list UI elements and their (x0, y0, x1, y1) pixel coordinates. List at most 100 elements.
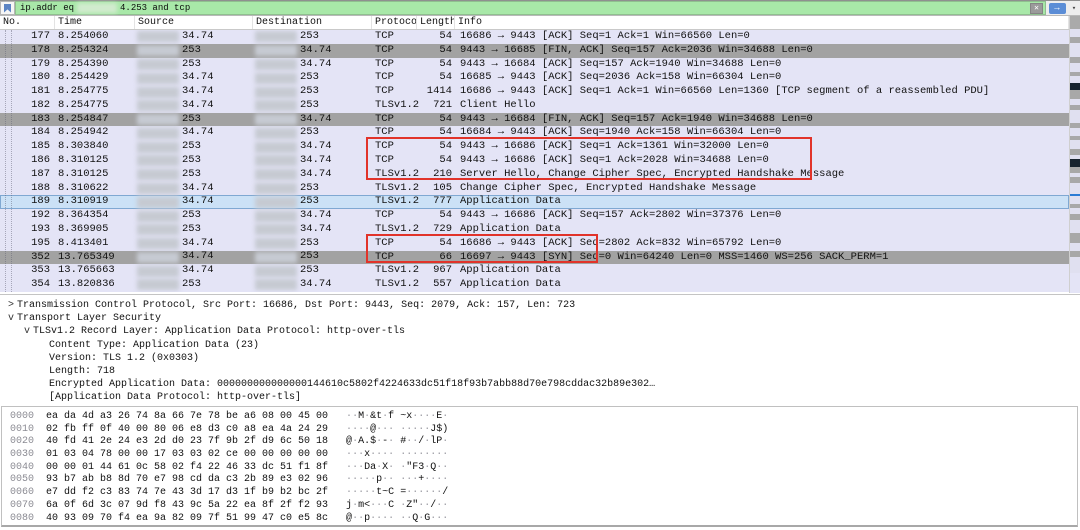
packet-info: Application Data (455, 278, 1069, 292)
redacted-source-ip (137, 183, 179, 194)
packet-row[interactable]: 1798.25439025334.74TCP549443 → 16684 [AC… (0, 58, 1069, 72)
hex-row[interactable]: 005093 b7 ab b8 8d 70 e7 98 cd da c3 2b … (10, 474, 1077, 487)
packet-length: 54 (417, 126, 455, 140)
packet-row[interactable]: 1828.25477534.74253TLSv1.2721Client Hell… (0, 99, 1069, 113)
column-header-no[interactable]: No. (0, 16, 55, 29)
detail-text: Transport Layer Security (17, 312, 161, 325)
column-header-info[interactable]: Info (455, 16, 1069, 29)
packet-row[interactable]: 1878.31012525334.74TLSv1.2210Server Hell… (0, 168, 1069, 182)
packet-source: 253 (135, 278, 253, 292)
minimap-stripe (1070, 110, 1080, 123)
expand-arrow-icon[interactable]: > (5, 299, 17, 312)
minimap-stripe (1070, 196, 1080, 204)
hex-ascii: @··p···· ··Q·G··· (346, 513, 448, 524)
detail-tree-line[interactable]: Content Type: Application Data (23) (0, 339, 1080, 352)
packet-row[interactable]: 1818.25477534.74253TCP141416686 → 9443 [… (0, 85, 1069, 99)
redacted-destination-ip (255, 266, 297, 277)
column-header-destination[interactable]: Destination (253, 16, 372, 29)
packet-row[interactable]: 1858.30384025334.74TCP549443 → 16686 [AC… (0, 140, 1069, 154)
packet-row[interactable]: 1898.31091934.74253TLSv1.2777Application… (0, 195, 1069, 209)
column-header-length[interactable]: Length (417, 16, 455, 29)
destination-ip-suffix: 253 (300, 250, 319, 264)
packet-row[interactable]: 35313.76566334.74253TLSv1.2967Applicatio… (0, 264, 1069, 278)
packet-protocol: TCP (372, 30, 417, 44)
hex-row[interactable]: 0060e7 dd f2 c3 83 74 7e 43 3d 17 d3 1f … (10, 487, 1077, 500)
filter-bookmark-button[interactable] (0, 1, 15, 15)
source-ip-suffix: 253 (182, 168, 201, 182)
clear-filter-icon[interactable]: ✕ (1030, 3, 1043, 14)
detail-tree-line[interactable]: >Transmission Control Protocol, Src Port… (0, 299, 1080, 312)
packet-row[interactable]: 35213.76534934.74253TCP6616697 → 9443 [S… (0, 251, 1069, 265)
column-header-source[interactable]: Source (135, 16, 253, 29)
detail-text: Encrypted Application Data: 000000000000… (49, 378, 655, 391)
display-filter-input[interactable]: ip.addr eq 4.253 and tcp ✕ (15, 1, 1046, 15)
minimap-stripe (1070, 233, 1080, 243)
packet-row[interactable]: 1788.25432425334.74TCP549443 → 16685 [FI… (0, 44, 1069, 58)
source-ip-suffix: 253 (182, 278, 201, 292)
packet-info: 9443 → 16684 [FIN, ACK] Seq=157 Ack=1940… (455, 113, 1069, 127)
detail-tree-line[interactable]: vTLSv1.2 Record Layer: Application Data … (0, 325, 1080, 338)
hex-row[interactable]: 0000ea da 4d a3 26 74 8a 66 7e 78 be a6 … (10, 411, 1077, 424)
hex-bytes: e7 dd f2 c3 83 74 7e 43 3d 17 d3 1f b9 b… (46, 487, 328, 498)
packet-info: Application Data (455, 223, 1069, 237)
packet-time: 8.310622 (55, 182, 135, 196)
packet-row[interactable]: 1938.36990525334.74TLSv1.2729Application… (0, 223, 1069, 237)
destination-ip-suffix: 253 (300, 264, 319, 278)
hex-ascii: ···x···· ········ (346, 449, 448, 460)
expand-arrow-placeholder (37, 365, 49, 378)
detail-tree-line[interactable]: Length: 718 (0, 365, 1080, 378)
source-ip-suffix: 34.74 (182, 182, 214, 196)
packet-row[interactable]: 1778.25406034.74253TCP5416686 → 9443 [AC… (0, 30, 1069, 44)
minimap-stripe (1070, 183, 1080, 194)
packet-details-pane: >Transmission Control Protocol, Src Port… (0, 294, 1080, 405)
destination-ip-suffix: 253 (300, 85, 319, 99)
packet-row[interactable]: 1848.25494234.74253TCP5416684 → 9443 [AC… (0, 126, 1069, 140)
hex-offset: 0010 (10, 424, 38, 437)
detail-text: [Application Data Protocol: http-over-tl… (49, 391, 301, 404)
packet-info: Application Data (455, 264, 1069, 278)
hex-row[interactable]: 001002 fb ff 0f 40 00 80 06 e8 d3 c0 a8 … (10, 424, 1077, 437)
detail-tree-line[interactable]: Version: TLS 1.2 (0x0303) (0, 352, 1080, 365)
packet-source: 253 (135, 168, 253, 182)
hex-row[interactable]: 003001 03 04 78 00 00 17 03 03 02 ce 00 … (10, 449, 1077, 462)
redacted-destination-ip (255, 73, 297, 84)
packet-row[interactable]: 1868.31012525334.74TCP549443 → 16686 [AC… (0, 154, 1069, 168)
detail-tree-line[interactable]: vTransport Layer Security (0, 312, 1080, 325)
column-header-protocol[interactable]: Protocol (372, 16, 417, 29)
packet-row[interactable]: 1888.31062234.74253TLSv1.2105Change Ciph… (0, 182, 1069, 196)
packet-source: 34.74 (135, 251, 253, 265)
packet-row[interactable]: 1928.36435425334.74TCP549443 → 16686 [AC… (0, 209, 1069, 223)
filter-dropdown-icon[interactable]: ▾ (1068, 1, 1080, 15)
destination-ip-suffix: 34.74 (300, 113, 332, 127)
packet-list: 1778.25406034.74253TCP5416686 → 9443 [AC… (0, 30, 1069, 292)
hex-bytes: ea da 4d a3 26 74 8a 66 7e 78 be a6 08 0… (46, 411, 328, 422)
hex-row[interactable]: 008040 93 09 70 f4 ea 9a 82 09 7f 51 99 … (10, 513, 1077, 526)
apply-filter-button[interactable]: → (1046, 1, 1068, 15)
packet-row[interactable]: 35413.82083625334.74TLSv1.2557Applicatio… (0, 278, 1069, 292)
packet-protocol: TLSv1.2 (372, 99, 417, 113)
packet-destination: 34.74 (253, 223, 372, 237)
hex-ascii: ··M·&t·f ~x····E· (346, 411, 448, 422)
minimap-stripe (1070, 243, 1080, 251)
hex-row[interactable]: 00706a 0f 6d 3c 07 9d f8 43 9c 5a 22 ea … (10, 500, 1077, 513)
packet-info: 16686 → 9443 [ACK] Seq=1 Ack=1 Win=66560… (455, 85, 1069, 99)
expand-arrow-icon[interactable]: v (5, 312, 17, 325)
packet-list-scrollbar[interactable] (1069, 16, 1080, 293)
packet-row[interactable]: 1808.25442934.74253TCP5416685 → 9443 [AC… (0, 71, 1069, 85)
packet-row[interactable]: 1958.41340134.74253TCP5416686 → 9443 [AC… (0, 237, 1069, 251)
packet-number: 186 (0, 154, 55, 168)
expand-arrow-icon[interactable]: v (21, 325, 33, 338)
redacted-source-ip (137, 128, 179, 139)
packet-number: 192 (0, 209, 55, 223)
packet-row[interactable]: 1838.25484725334.74TCP549443 → 16684 [FI… (0, 113, 1069, 127)
packet-number: 187 (0, 168, 55, 182)
packet-length: 54 (417, 113, 455, 127)
hex-row[interactable]: 002040 fd 41 2e 24 e3 2d d0 23 7f 9b 2f … (10, 436, 1077, 449)
detail-tree-line[interactable]: Encrypted Application Data: 000000000000… (0, 378, 1080, 391)
detail-tree-line[interactable]: [Application Data Protocol: http-over-tl… (0, 391, 1080, 404)
column-header-time[interactable]: Time (55, 16, 135, 29)
redacted-source-ip (137, 197, 179, 208)
hex-row[interactable]: 004000 00 01 44 61 0c 58 02 f4 22 46 33 … (10, 462, 1077, 475)
packet-number: 189 (0, 195, 55, 209)
redacted-source-ip (137, 238, 179, 249)
